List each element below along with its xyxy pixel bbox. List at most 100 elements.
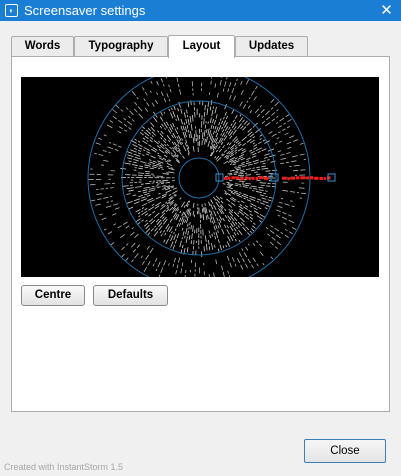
word-mark [221,129,225,133]
word-mark [117,130,122,134]
word-mark [171,231,173,234]
word-mark [240,125,244,130]
word-mark [176,114,180,121]
word-mark [213,204,217,210]
word-mark [132,161,137,164]
tab-layout[interactable]: Layout [168,35,235,58]
word-mark [146,102,150,107]
word-mark [252,242,256,246]
word-mark [156,92,159,95]
word-mark [118,119,123,124]
middle-radius-handle[interactable] [270,173,279,182]
word-mark [152,210,156,214]
word-mark [146,140,149,143]
word-mark [113,223,117,226]
word-mark [244,215,250,220]
close-button[interactable]: Close [304,439,386,463]
word-mark [211,233,213,237]
word-mark [189,212,192,217]
word-mark [161,185,166,187]
word-mark [299,153,305,156]
word-mark [147,163,152,165]
word-mark [252,257,256,263]
word-mark [144,91,148,96]
word-mark [181,138,183,141]
word-mark [209,145,212,149]
word-mark [138,149,142,152]
word-mark [243,193,249,197]
word-mark [185,126,188,133]
word-mark [219,219,222,223]
word-mark [247,128,253,133]
centre-button[interactable]: Centre [21,285,85,306]
highlighted-word-mark [300,176,306,180]
word-mark [181,262,184,267]
word-mark [265,204,270,207]
defaults-button[interactable]: Defaults [93,285,168,306]
word-mark [253,162,259,165]
word-mark [229,135,233,140]
word-mark [214,156,217,159]
highlighted-word-mark [224,176,227,180]
word-mark [208,209,211,213]
word-mark [112,115,117,120]
word-mark [162,216,165,219]
word-mark [174,128,179,135]
word-mark [105,205,112,208]
highlighted-word-mark [296,176,300,180]
word-mark [181,237,183,240]
highlighted-word-mark [306,176,309,180]
word-mark [213,210,217,217]
word-mark [259,194,265,197]
word-mark [168,167,175,171]
word-mark [148,206,155,211]
word-mark [210,199,214,204]
word-mark [171,147,175,150]
word-mark [271,236,276,241]
word-mark [173,232,175,235]
word-mark [158,148,165,154]
word-mark [274,101,279,107]
word-mark [172,190,178,194]
tab-words[interactable]: Words [11,36,74,56]
word-mark [280,231,284,235]
word-mark [133,198,141,202]
word-mark [215,132,219,138]
word-mark [122,221,128,225]
word-mark [166,204,169,207]
word-mark [172,187,177,190]
word-mark [151,166,157,169]
word-mark [251,264,254,269]
word-mark [140,255,143,259]
word-mark [245,246,249,251]
word-mark [242,258,245,263]
word-mark [248,96,251,100]
word-mark [178,257,181,263]
word-mark [137,190,142,193]
word-mark [215,114,218,119]
word-mark [212,220,214,225]
word-mark [252,222,256,225]
word-mark [144,135,149,140]
word-mark [234,166,237,168]
word-mark [231,256,235,263]
word-mark [181,227,184,231]
word-mark [96,193,103,195]
word-mark [195,130,197,137]
word-mark [123,117,127,121]
word-mark [215,231,219,239]
word-mark [126,151,133,154]
highlighted-word-mark [326,176,331,180]
tab-updates[interactable]: Updates [235,36,308,56]
word-mark [150,127,156,132]
word-mark [248,209,252,213]
word-mark [245,263,248,268]
inner-radius-handle[interactable] [215,173,224,182]
word-mark [99,213,103,216]
word-mark [210,143,214,150]
window-close-icon[interactable]: ✕ [372,0,401,21]
word-mark [276,115,279,118]
tab-typography[interactable]: Typography [74,36,168,56]
word-mark [271,133,277,138]
layout-preview[interactable] [21,77,379,277]
